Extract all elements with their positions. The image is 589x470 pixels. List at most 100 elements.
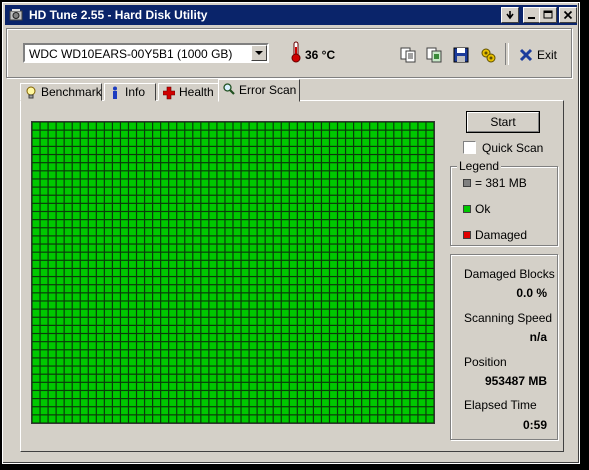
scan-block-ok	[48, 130, 56, 138]
scan-block-ok	[410, 407, 418, 415]
scan-block-ok	[273, 293, 281, 301]
scan-block-ok	[346, 325, 353, 333]
scan-block-ok	[370, 293, 378, 301]
scan-block-ok	[289, 407, 297, 415]
scan-block-ok	[362, 277, 370, 285]
scan-block-ok	[153, 147, 161, 154]
scan-block-ok	[354, 179, 362, 187]
scan-block-ok	[48, 236, 56, 244]
scan-block-ok	[88, 212, 96, 220]
scan-block-ok	[426, 317, 434, 325]
scan-block-ok	[32, 391, 40, 398]
scan-block-ok	[96, 147, 104, 154]
scan-block-ok	[153, 399, 161, 407]
quick-scan-checkbox-box[interactable]	[463, 141, 476, 154]
scan-block-ok	[330, 236, 337, 244]
scan-block-ok	[346, 163, 353, 171]
scan-block-ok	[48, 301, 56, 309]
scan-block-ok	[96, 244, 104, 252]
scan-block-ok	[281, 244, 289, 252]
scan-block-ok	[193, 301, 201, 309]
drive-select-dropdown-button[interactable]	[251, 45, 267, 61]
scan-block-ok	[153, 415, 161, 423]
scan-block-ok	[394, 415, 402, 423]
tab-error-scan[interactable]: Error Scan	[218, 79, 300, 102]
scan-block-ok	[72, 187, 80, 195]
scan-block-ok	[281, 171, 289, 179]
scan-block-ok	[273, 407, 281, 415]
scan-block-ok	[273, 325, 281, 333]
scan-block-ok	[161, 277, 169, 285]
scan-block-ok	[410, 179, 418, 187]
save-icon[interactable]	[452, 46, 470, 64]
minimize-to-tray-button[interactable]	[501, 7, 519, 23]
start-button[interactable]: Start	[466, 111, 540, 133]
scan-block-ok	[88, 220, 96, 228]
scan-block-ok	[217, 309, 225, 317]
scan-block-ok	[185, 382, 193, 390]
tab-info[interactable]: Info	[104, 83, 156, 101]
scan-block-ok	[32, 212, 40, 220]
tab-health[interactable]: Health	[158, 83, 220, 101]
copy-screenshot-icon[interactable]	[425, 46, 443, 64]
scan-block-ok	[426, 358, 434, 366]
scan-block-ok	[193, 334, 201, 342]
scan-block-ok	[346, 277, 353, 285]
scan-block-ok	[386, 138, 394, 146]
scan-block-ok	[354, 220, 362, 228]
scan-block-ok	[193, 212, 201, 220]
scan-block-ok	[209, 374, 217, 382]
scan-block-ok	[410, 252, 418, 260]
scan-block-ok	[225, 407, 233, 415]
scan-block-ok	[273, 399, 281, 407]
scan-block-ok	[193, 415, 201, 423]
scan-block-ok	[177, 407, 185, 415]
scan-block-ok	[386, 382, 394, 390]
scan-block-ok	[201, 212, 209, 220]
scan-block-ok	[297, 163, 305, 171]
scan-block-ok	[193, 366, 201, 374]
scan-block-ok	[394, 228, 402, 236]
scan-block-ok	[418, 171, 426, 179]
scan-block-ok	[330, 163, 337, 171]
scan-block-ok	[32, 277, 40, 285]
scan-block-ok	[56, 187, 64, 195]
scan-block-ok	[281, 325, 289, 333]
scan-block-ok	[362, 187, 370, 195]
scan-block-ok	[113, 195, 120, 203]
scan-block-ok	[314, 301, 321, 309]
scan-block-ok	[209, 350, 217, 358]
scan-block-ok	[209, 122, 217, 130]
scan-block-ok	[161, 309, 169, 317]
scan-block-ok	[56, 334, 64, 342]
scan-block-ok	[394, 277, 402, 285]
scan-block-ok	[225, 415, 233, 423]
maximize-button[interactable]	[539, 7, 557, 23]
scan-block-ok	[265, 163, 273, 171]
scan-block-ok	[322, 130, 329, 138]
scan-block-ok	[386, 269, 394, 276]
scan-block-ok	[338, 277, 345, 285]
scan-block-ok	[80, 285, 88, 293]
scan-block-ok	[257, 203, 265, 211]
scan-block-ok	[354, 350, 362, 358]
options-icon[interactable]	[479, 46, 497, 64]
scan-block-ok	[145, 285, 152, 293]
scan-block-ok	[48, 122, 56, 130]
close-button[interactable]	[559, 7, 577, 23]
scan-block-ok	[322, 171, 329, 179]
scan-block-ok	[64, 187, 72, 195]
scan-block-ok	[241, 277, 249, 285]
drive-select[interactable]: WDC WD10EARS-00Y5B1 (1000 GB)	[23, 43, 269, 63]
scan-block-ok	[169, 269, 177, 276]
title-bar[interactable]: HD Tune 2.55 - Hard Disk Utility	[5, 5, 577, 25]
scan-block-ok	[161, 342, 169, 350]
scan-block-ok	[233, 130, 241, 138]
scan-block-ok	[145, 260, 152, 268]
scan-block-ok	[338, 407, 345, 415]
scan-block-ok	[257, 358, 265, 366]
tab-benchmark[interactable]: Benchmark	[20, 83, 102, 101]
scan-block-ok	[161, 366, 169, 374]
scan-block-ok	[169, 212, 177, 220]
copy-text-icon[interactable]	[399, 46, 417, 64]
